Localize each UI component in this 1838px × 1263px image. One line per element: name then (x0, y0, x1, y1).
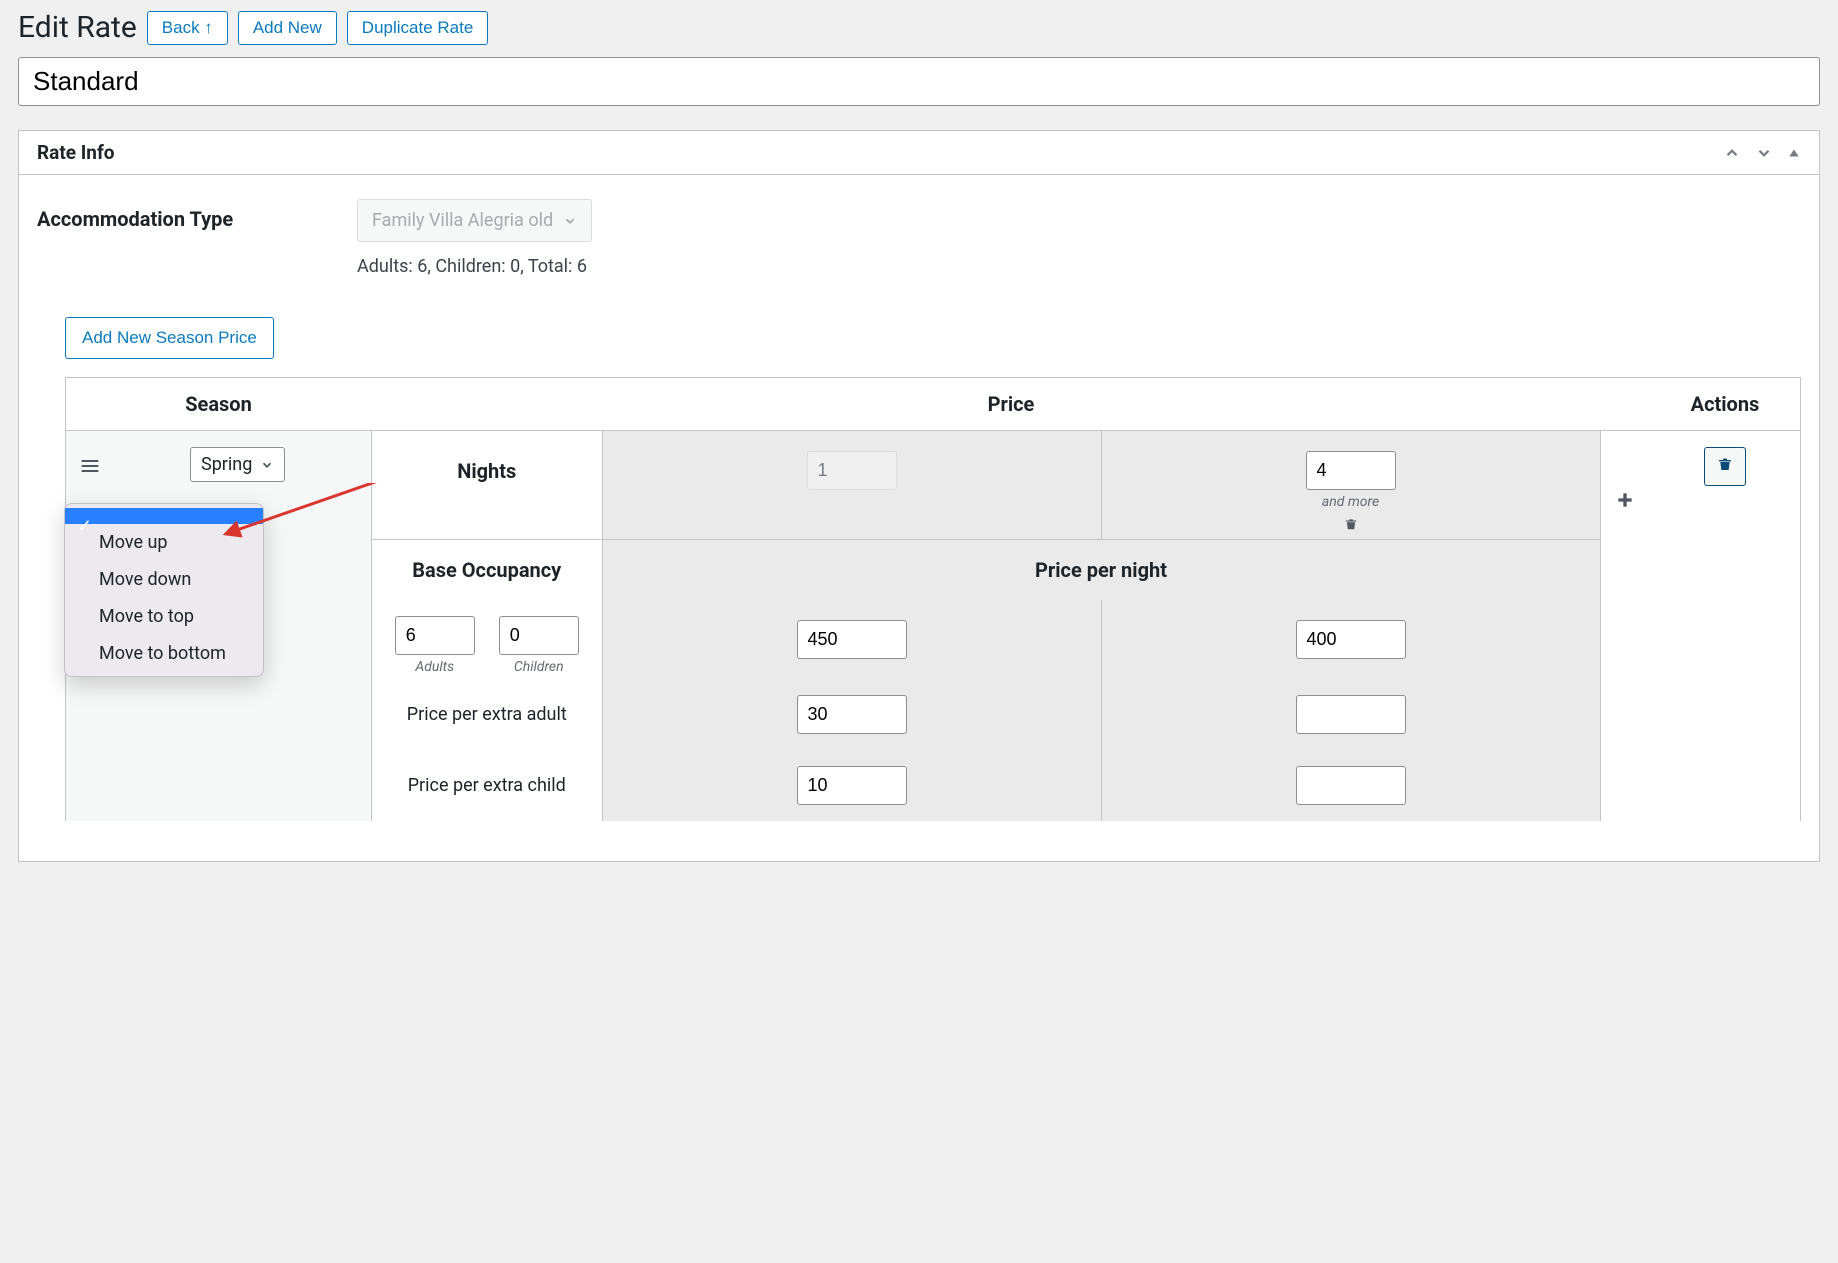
context-menu-item-move-down[interactable]: Move down (65, 561, 263, 598)
move-down-icon[interactable] (1755, 144, 1773, 162)
price-base-col2-input[interactable] (1296, 620, 1406, 659)
price-extra-child-col1-input[interactable] (797, 766, 907, 805)
price-extra-adult-col2-input[interactable] (1296, 695, 1406, 734)
season-select-value: Spring (201, 454, 252, 475)
season-column-header: Season (66, 378, 372, 430)
price-base-col1-input[interactable] (797, 620, 907, 659)
trash-icon (1717, 456, 1733, 472)
price-table: Season Price Actions (65, 377, 1801, 821)
chevron-down-icon (563, 214, 577, 228)
nights-label: Nights (382, 459, 592, 483)
duplicate-rate-button[interactable]: Duplicate Rate (347, 11, 489, 45)
context-menu-item-move-to-bottom[interactable]: Move to bottom (65, 635, 263, 672)
move-up-icon[interactable] (1723, 144, 1741, 162)
price-table-head: Season Price Actions (66, 378, 1800, 431)
context-menu-item-move-to-top[interactable]: Move to top (65, 598, 263, 635)
page-header: Edit Rate Back ↑ Add New Duplicate Rate (18, 10, 1820, 45)
panel-title: Rate Info (37, 141, 114, 164)
accommodation-type-select: Family Villa Alegria old (357, 199, 592, 242)
delete-row-button[interactable] (1704, 447, 1746, 486)
context-menu-item-move-up[interactable]: Move up (65, 524, 263, 561)
add-new-button[interactable]: Add New (238, 11, 337, 45)
base-occupancy-label: Base Occupancy (372, 540, 602, 601)
adults-input[interactable] (395, 616, 475, 655)
price-extra-adult-col1-input[interactable] (797, 695, 907, 734)
delete-column-icon[interactable] (1112, 516, 1590, 535)
nights-1-input (807, 451, 897, 490)
and-more-label: and more (1112, 494, 1590, 510)
rate-name-input[interactable] (18, 57, 1820, 106)
extra-adult-label: Price per extra adult (372, 679, 602, 750)
season-select[interactable]: Spring (190, 447, 285, 482)
nights-2-input[interactable] (1306, 451, 1396, 490)
season-cell: Spring Move up Move down Move to top Mov… (66, 431, 372, 821)
actions-column-header: Actions (1650, 378, 1800, 430)
accommodation-capacity: Adults: 6, Children: 0, Total: 6 (357, 256, 592, 277)
price-column-header: Price (372, 378, 1650, 430)
drag-handle-icon[interactable] (80, 455, 100, 479)
toggle-panel-icon[interactable] (1787, 146, 1801, 160)
panel-header-controls (1723, 144, 1801, 162)
price-cell: Nights and more (372, 431, 1650, 821)
rate-info-panel: Rate Info Accommodation Type Family Vill… (18, 130, 1820, 862)
adults-sublabel: Adults (395, 659, 475, 675)
children-sublabel: Children (499, 659, 579, 675)
accommodation-type-value: Family Villa Alegria old (372, 210, 553, 231)
add-column-icon[interactable] (1615, 487, 1635, 517)
accommodation-type-row: Accommodation Type Family Villa Alegria … (37, 199, 1801, 277)
back-button[interactable]: Back ↑ (147, 11, 228, 45)
context-menu-item-selected[interactable] (65, 508, 263, 524)
panel-header: Rate Info (19, 131, 1819, 175)
price-per-night-label: Price per night (602, 540, 1600, 601)
add-new-season-price-button[interactable]: Add New Season Price (65, 317, 274, 359)
chevron-down-icon (260, 458, 274, 472)
accommodation-type-label: Accommodation Type (37, 199, 357, 231)
price-table-row: Spring Move up Move down Move to top Mov… (66, 431, 1800, 821)
price-extra-child-col2-input[interactable] (1296, 766, 1406, 805)
actions-cell (1650, 431, 1800, 821)
page-title: Edit Rate (18, 10, 137, 45)
children-input[interactable] (499, 616, 579, 655)
reorder-context-menu: Move up Move down Move to top Move to bo… (64, 503, 264, 677)
extra-child-label: Price per extra child (372, 750, 602, 821)
